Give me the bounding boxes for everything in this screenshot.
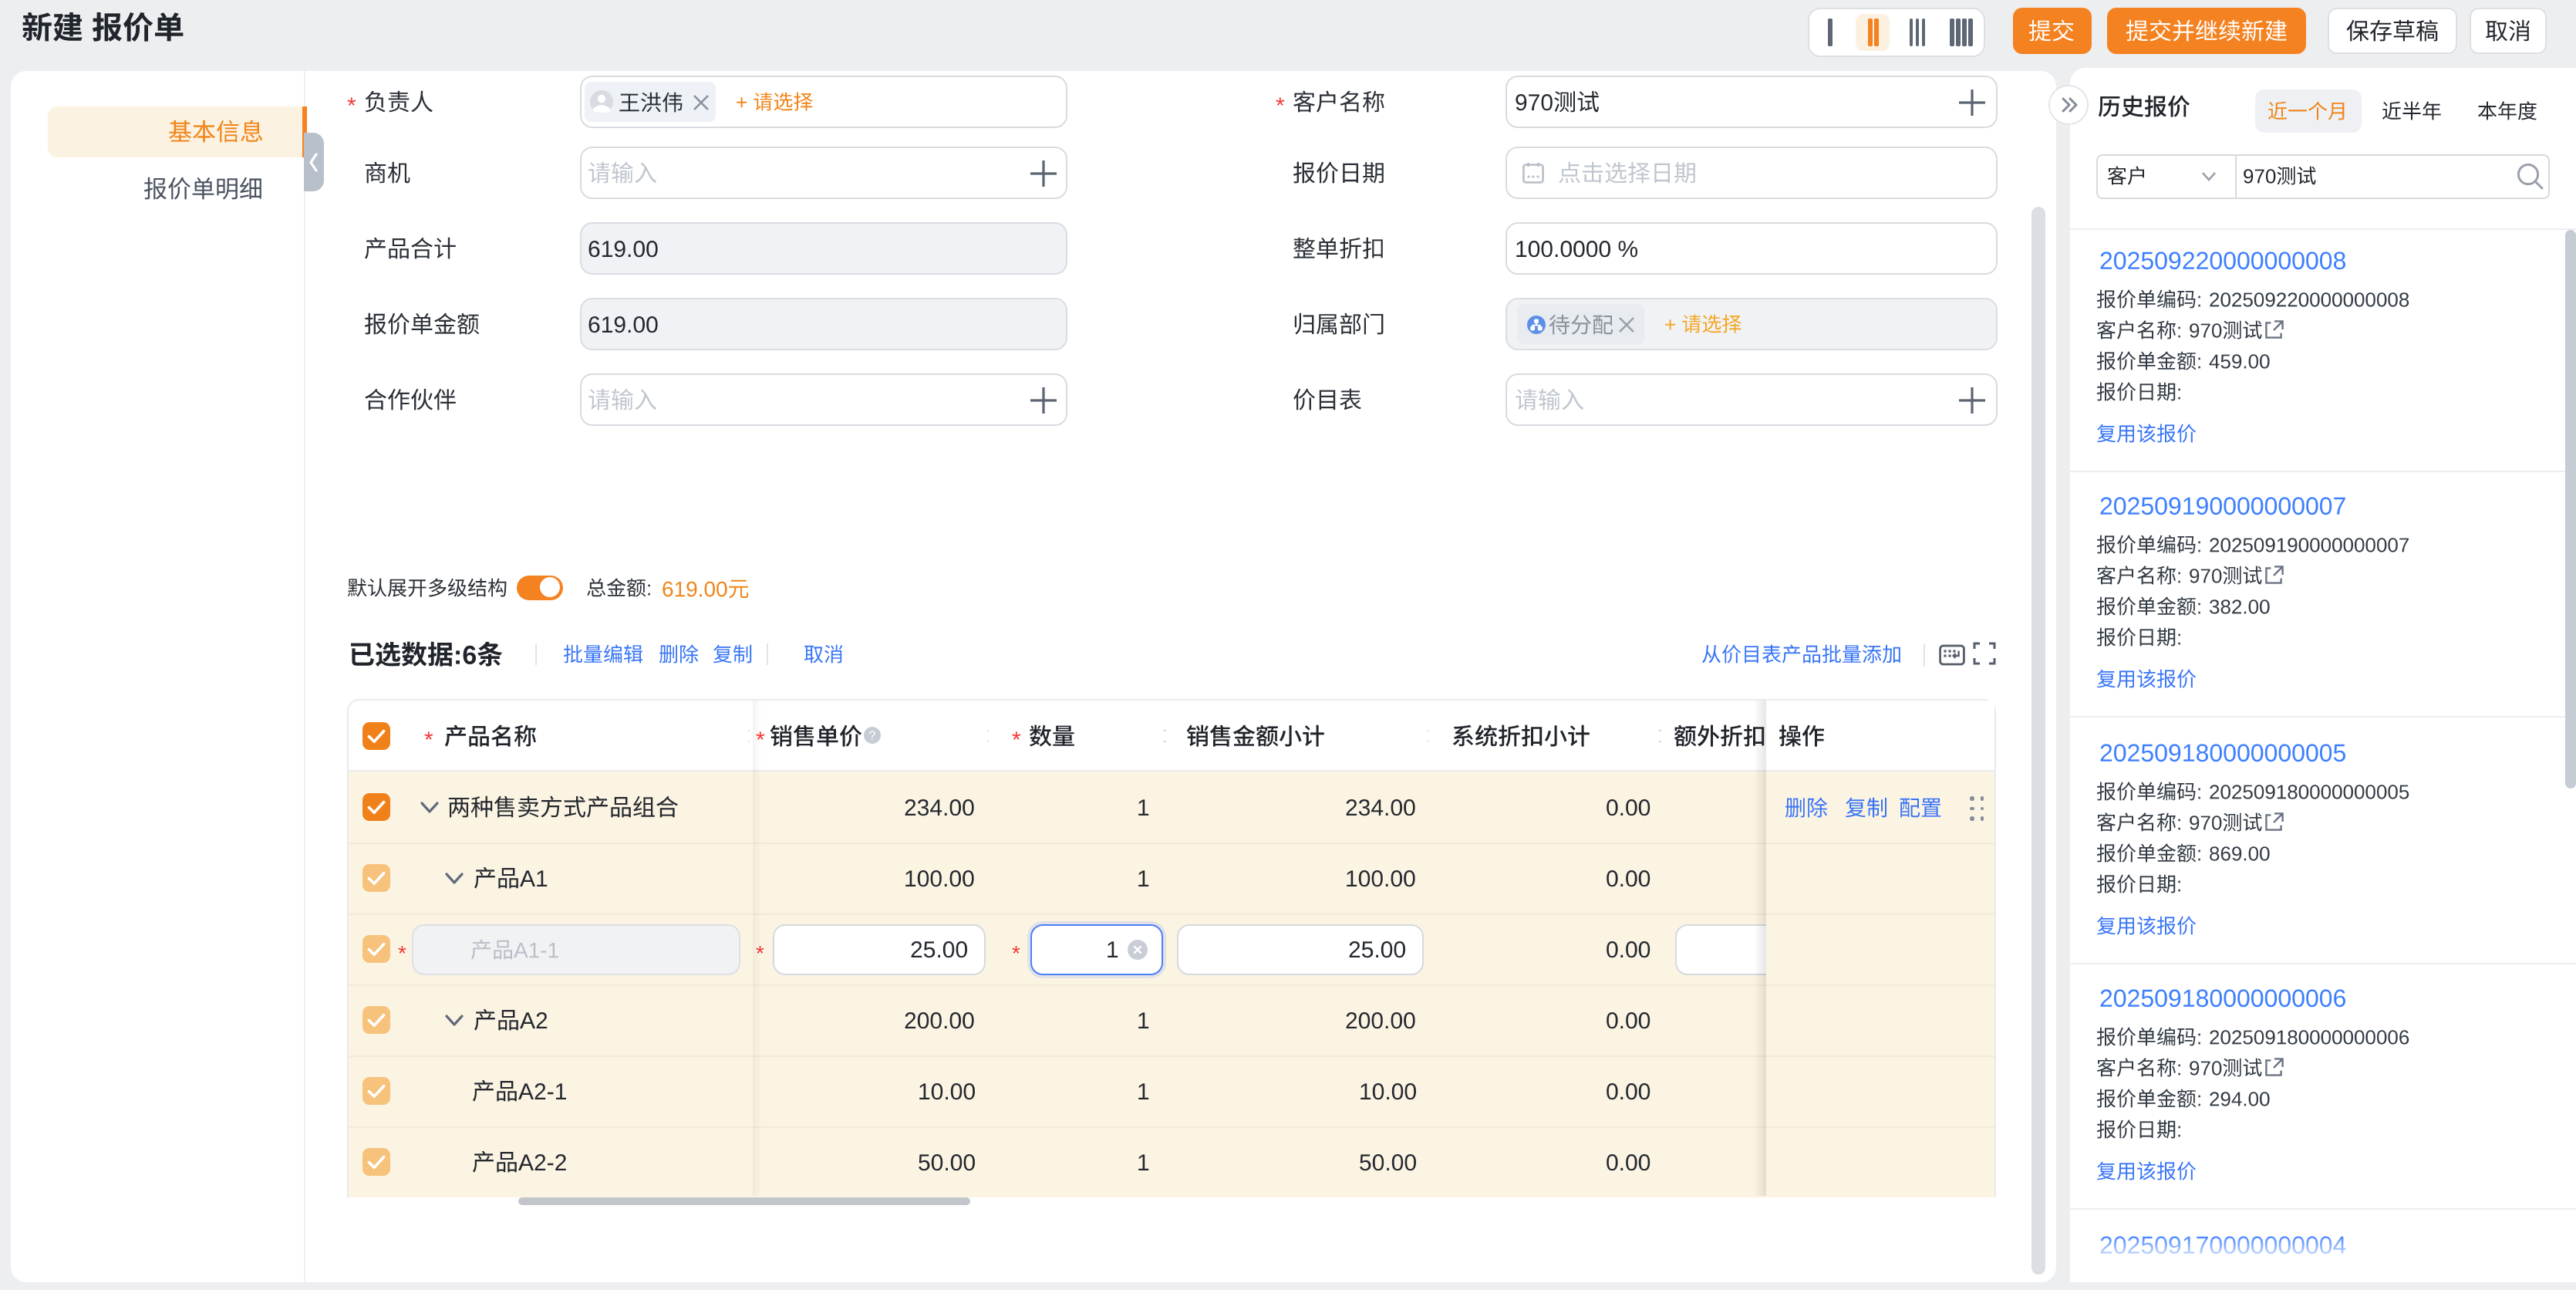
svg-text:?: ? xyxy=(869,729,876,742)
